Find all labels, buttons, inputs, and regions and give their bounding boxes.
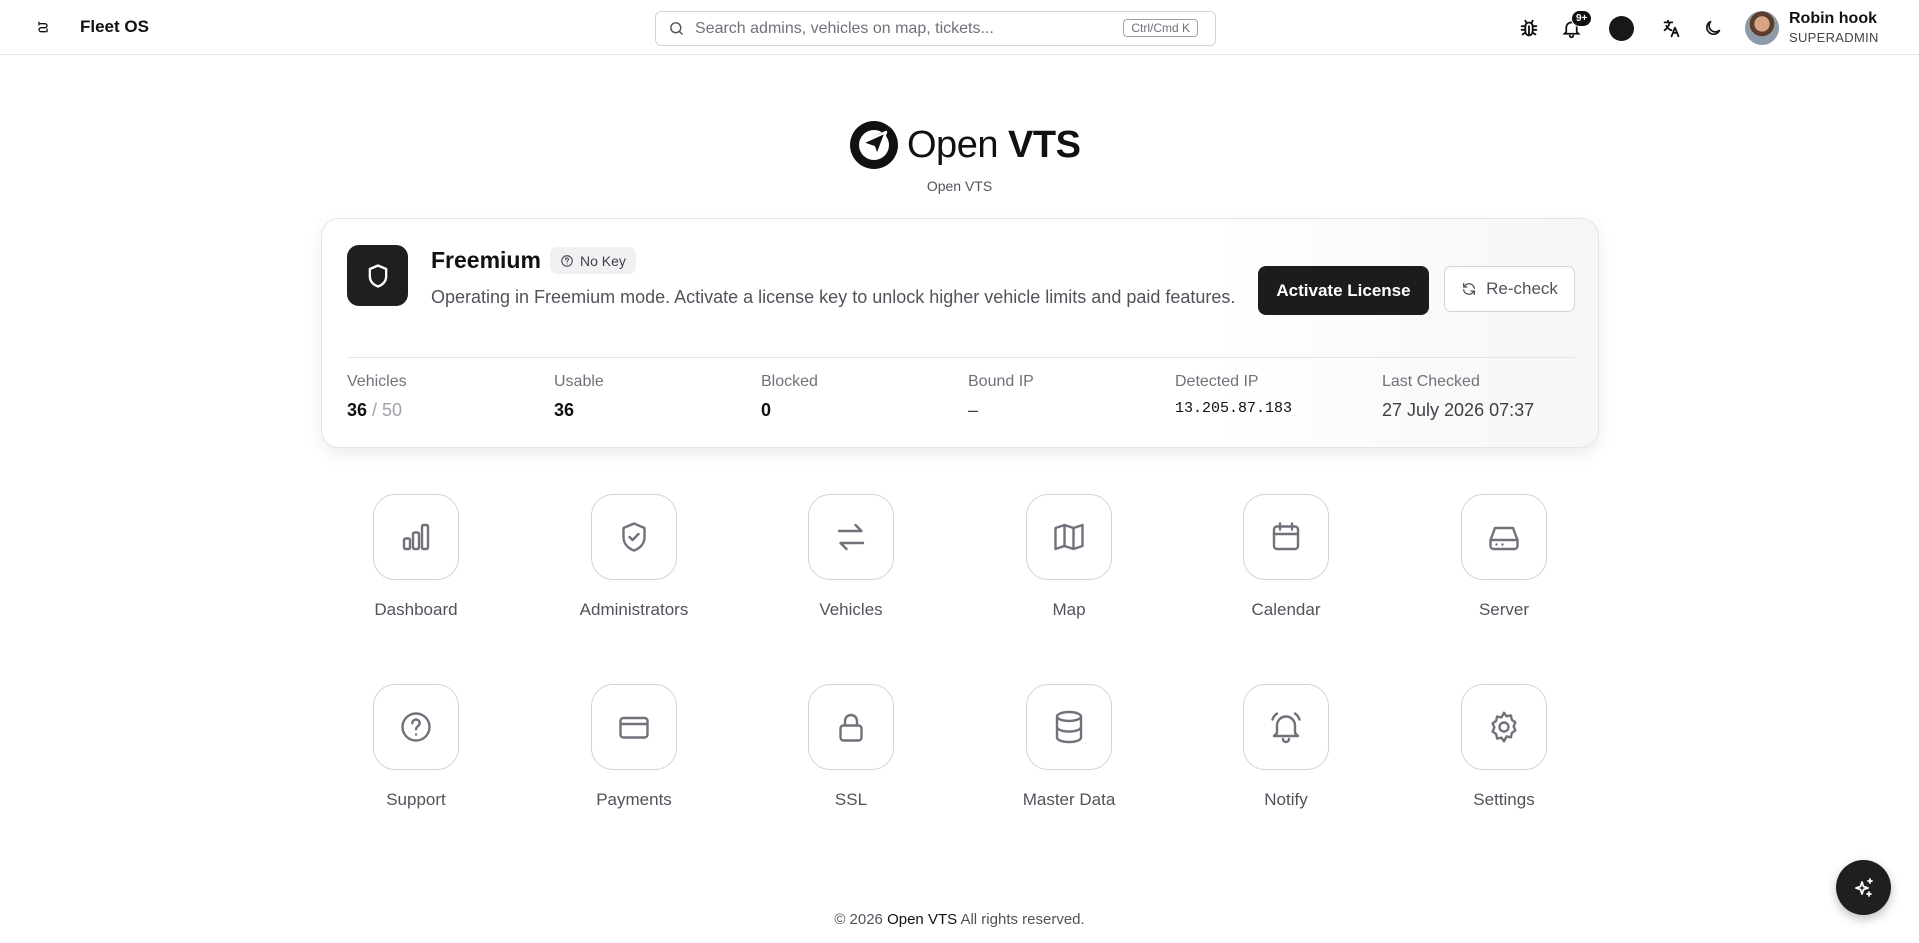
map-icon[interactable] [1026,494,1112,580]
license-description: Operating in Freemium mode. Activate a l… [431,287,1236,307]
app-administrators[interactable]: Administrators [544,494,724,620]
bug-report-icon[interactable] [1514,13,1544,43]
avatar[interactable] [1745,11,1779,45]
calendar-icon[interactable] [1243,494,1329,580]
gear-icon[interactable] [1461,684,1547,770]
arrows-swap-icon[interactable] [808,494,894,580]
search-box[interactable]: Ctrl/Cmd K [655,11,1216,46]
app-notify[interactable]: Notify [1196,684,1376,810]
stat-detected-ip: Detected IP 13.205.87.183 [1175,373,1293,417]
app-dashboard[interactable]: Dashboard [326,494,506,620]
app-calendar[interactable]: Calendar [1196,494,1376,620]
logo-subtitle: Open VTS [926,178,993,194]
app-server[interactable]: Server [1414,494,1594,620]
notification-badge: 9+ [1571,10,1593,27]
stat-last-checked: Last Checked 27 July 2026 07:37 [1382,373,1535,420]
stat-blocked: Blocked 0 [761,373,818,420]
app-ssl[interactable]: SSL [761,684,941,810]
stat-bound-ip: Bound IP – [968,373,1034,420]
license-plan: Freemium [431,247,541,273]
app-master-data[interactable]: Master Data [979,684,1159,810]
open-vts-logo: Open VTS [849,120,1081,170]
dark-mode-icon[interactable] [1698,13,1728,43]
ai-assistant-button[interactable] [1836,860,1891,915]
app-map[interactable]: Map [979,494,1159,620]
help-circle-icon[interactable] [373,684,459,770]
credit-card-icon[interactable] [591,684,677,770]
database-icon[interactable] [1026,684,1112,770]
license-key-status-badge: No Key [550,247,636,274]
shield-check-icon[interactable] [591,494,677,580]
bell-ring-icon[interactable] [1243,684,1329,770]
stat-usable: Usable 36 [554,373,604,420]
search-icon [670,22,683,35]
translate-icon[interactable] [1656,13,1686,43]
notifications-button[interactable]: 9+ [1556,10,1593,43]
top-bar: Fleet OS Ctrl/Cmd K 9+ Robin hook SUPERA… [0,0,1919,55]
recheck-button[interactable]: Re-check [1444,266,1575,312]
bar-chart-icon[interactable] [373,494,459,580]
help-circle-icon [561,254,573,267]
sparkles-icon [1854,877,1873,897]
color-dot-icon [1608,15,1634,41]
app-settings[interactable]: Settings [1414,684,1594,810]
brand-name[interactable]: Fleet OS [80,17,149,37]
sidebar-toggle-icon[interactable] [30,14,56,40]
user-role: SUPERADMIN [1789,30,1879,45]
theme-color-swatch[interactable] [1606,13,1636,43]
footer: © 2026 Open VTS All rights reserved. [834,911,1085,928]
hard-drive-icon[interactable] [1461,494,1547,580]
logo-text: Open VTS [907,123,1081,166]
search-input[interactable] [695,19,1115,38]
logo-mark-icon [850,121,898,169]
refresh-icon [1463,283,1476,295]
activate-license-button[interactable]: Activate License [1258,266,1429,315]
search-shortcut: Ctrl/Cmd K [1123,19,1198,37]
license-card: Freemium No Key Operating in Freemium mo… [321,218,1599,448]
app-support[interactable]: Support [326,684,506,810]
user-name[interactable]: Robin hook [1789,10,1877,28]
license-shield-icon [347,245,408,306]
lock-icon[interactable] [808,684,894,770]
card-divider [347,357,1575,358]
app-vehicles[interactable]: Vehicles [761,494,941,620]
footer-brand[interactable]: Open VTS [887,911,957,928]
app-payments[interactable]: Payments [544,684,724,810]
stat-vehicles: Vehicles 36 / 50 [347,373,407,420]
